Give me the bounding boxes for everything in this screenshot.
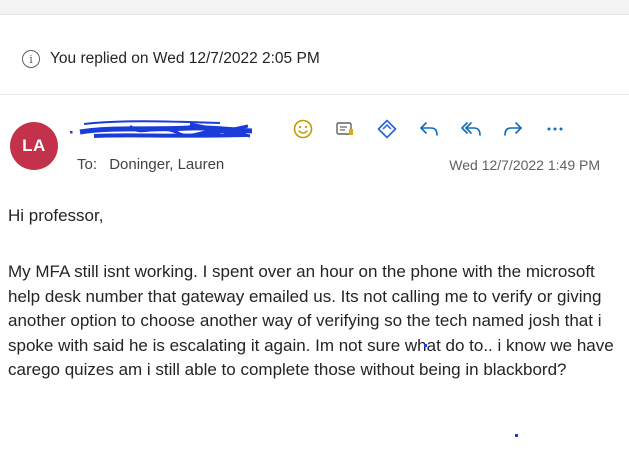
message-actions — [290, 116, 568, 142]
more-icon — [547, 127, 563, 131]
reply-all-icon — [461, 122, 481, 136]
reply-notice: i You replied on Wed 12/7/2022 2:05 PM — [22, 47, 320, 71]
react-button[interactable] — [290, 116, 316, 142]
reply-notice-text: You replied on Wed 12/7/2022 2:05 PM — [50, 50, 320, 67]
forward-button[interactable] — [500, 116, 526, 142]
sender-name-redaction — [70, 120, 253, 138]
stray-mark — [515, 434, 518, 437]
recipient-name[interactable]: Doninger, Lauren — [109, 156, 224, 173]
avatar-initials: LA — [22, 136, 46, 155]
stray-mark — [424, 344, 427, 347]
smiley-icon — [293, 119, 313, 139]
forward-icon — [504, 122, 522, 136]
more-actions-button[interactable] — [542, 116, 568, 142]
divider — [0, 94, 629, 95]
sender-avatar[interactable]: LA — [10, 122, 58, 170]
loop-button[interactable] — [374, 116, 400, 142]
recipient-line: To: Doninger, Lauren — [77, 156, 224, 173]
message-greeting: Hi professor, — [8, 206, 104, 225]
immersive-reader-icon — [336, 122, 353, 135]
info-icon: i — [22, 50, 40, 68]
message-timestamp: Wed 12/7/2022 1:49 PM — [449, 157, 600, 173]
reply-icon — [420, 122, 438, 136]
loop-icon — [377, 119, 397, 139]
immersive-reader-button[interactable] — [332, 116, 358, 142]
to-label: To: — [77, 156, 98, 173]
message-body: My MFA still isnt working. I spent over … — [8, 262, 614, 379]
reply-all-button[interactable] — [458, 116, 484, 142]
toolbar-strip — [0, 0, 629, 15]
reply-button[interactable] — [416, 116, 442, 142]
